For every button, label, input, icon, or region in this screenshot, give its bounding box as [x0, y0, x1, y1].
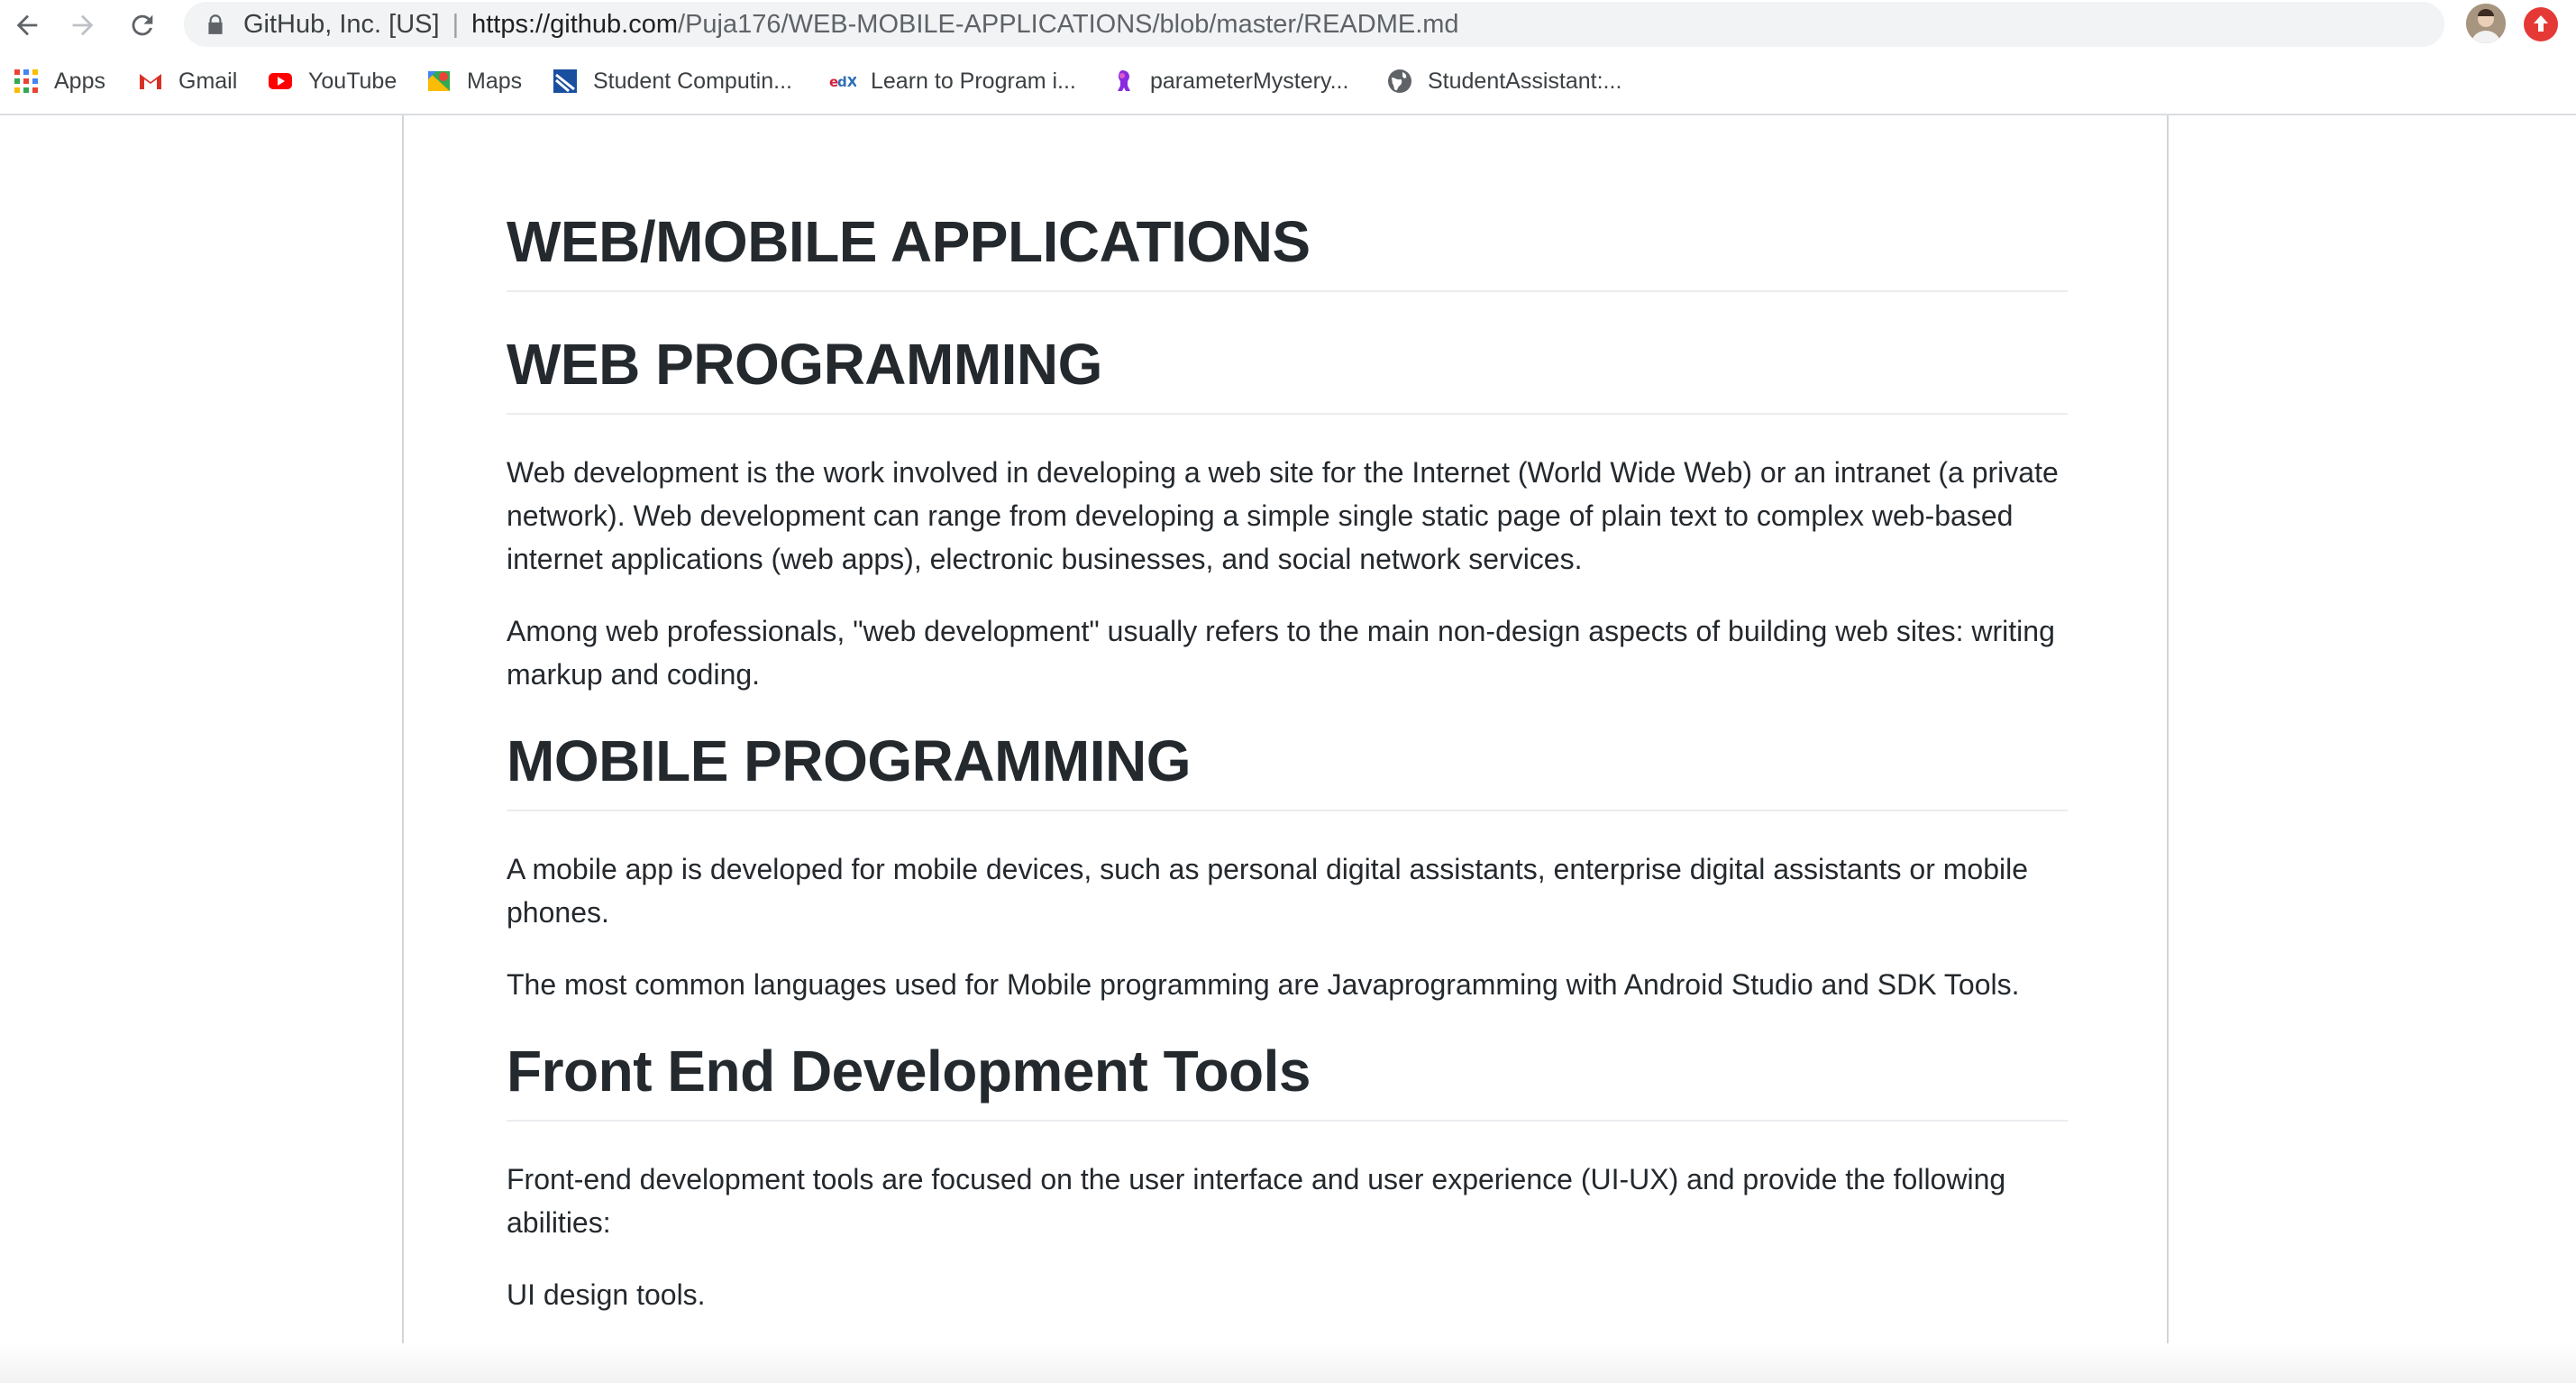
lock-icon	[208, 14, 223, 34]
address-bar[interactable]: GitHub, Inc. [US] | https://github.com/Puj…	[184, 2, 2444, 47]
bookmark-apps[interactable]: Apps	[13, 63, 105, 99]
reload-icon	[132, 14, 153, 36]
bookmark-label: Student Computin...	[593, 68, 792, 94]
site-identity[interactable]: GitHub, Inc. [US]	[243, 10, 440, 39]
paragraph: A mobile app is developed for mobile dev…	[507, 853, 2028, 929]
paragraph: The most common languages used for Mobil…	[507, 968, 2020, 1001]
bookmark-label: parameterMystery...	[1150, 68, 1349, 94]
page-viewport[interactable]: WEB/MOBILE APPLICATIONS WEB PROGRAMMING …	[0, 115, 2576, 1383]
bookmark-label: StudentAssistant:...	[1428, 68, 1622, 94]
paragraph: Front-end development tools are focused …	[507, 1163, 2006, 1239]
edx-icon: edX	[829, 74, 856, 90]
bookmark-gmail[interactable]: Gmail	[137, 63, 237, 99]
bookmark-label: Apps	[54, 68, 105, 94]
upload-arrow-icon	[2534, 15, 2548, 32]
bookmarks-bar: Apps Gmail YouTube Maps Student Computin…	[0, 50, 2576, 115]
person-icon	[2466, 4, 2506, 43]
student-computing-icon	[553, 69, 577, 93]
extension-icon[interactable]	[2524, 7, 2558, 41]
bookmark-label: YouTube	[308, 68, 397, 94]
bookmark-label: Maps	[467, 68, 523, 94]
bottom-shadow	[0, 1343, 2576, 1383]
url-text[interactable]: GitHub, Inc. [US] | https://github.com/Puj…	[243, 8, 1459, 41]
bookmark-label: Learn to Program i...	[871, 68, 1076, 94]
reload-button[interactable]	[123, 5, 162, 45]
url-separator: |	[452, 10, 460, 39]
section-heading-mobile-programming: MOBILE PROGRAMMING	[507, 725, 2068, 811]
browser-toolbar: GitHub, Inc. [US] | https://github.com/Puj…	[0, 0, 2576, 50]
maps-icon	[428, 71, 450, 91]
apps-grid-icon	[14, 69, 38, 93]
back-button[interactable]	[7, 5, 47, 45]
youtube-icon	[269, 73, 292, 89]
bookmark-youtube[interactable]: YouTube	[267, 63, 397, 99]
paragraph: UI design tools.	[507, 1278, 706, 1311]
bookmark-student-computing[interactable]: Student Computin...	[552, 63, 792, 99]
back-arrow-icon	[16, 14, 38, 36]
section-heading-web-programming: WEB PROGRAMMING	[507, 328, 2068, 415]
paragraph: Web development is the work involved in …	[507, 456, 2059, 575]
bookmark-parameter-mystery[interactable]: parameterMystery...	[1109, 63, 1348, 99]
mystery-icon	[1118, 70, 1130, 91]
bookmark-maps[interactable]: Maps	[425, 63, 522, 99]
bookmark-label: Gmail	[178, 68, 238, 94]
paragraph: Among web professionals, "web developmen…	[507, 615, 2055, 691]
globe-icon	[1388, 69, 1411, 93]
svg-text:dX: dX	[837, 74, 856, 90]
url-path: /Puja176/WEB-MOBILE-APPLICATIONS/blob/ma…	[678, 10, 1459, 39]
bookmark-learn-to-program[interactable]: e dX Learn to Program i...	[829, 63, 1076, 99]
url-host: https://github.com	[471, 10, 679, 39]
gmail-icon	[140, 74, 161, 89]
bookmark-student-assistant[interactable]: StudentAssistant:...	[1386, 63, 1621, 99]
readme-container: WEB/MOBILE APPLICATIONS WEB PROGRAMMING …	[402, 115, 2169, 1383]
section-heading-front-end-tools: Front End Development Tools	[507, 1035, 2068, 1122]
page-title: WEB/MOBILE APPLICATIONS	[507, 206, 2068, 292]
readme-article: WEB/MOBILE APPLICATIONS WEB PROGRAMMING …	[507, 206, 2068, 1345]
profile-avatar[interactable]	[2466, 4, 2506, 43]
forward-arrow-icon	[72, 14, 94, 36]
forward-button[interactable]	[63, 5, 103, 45]
